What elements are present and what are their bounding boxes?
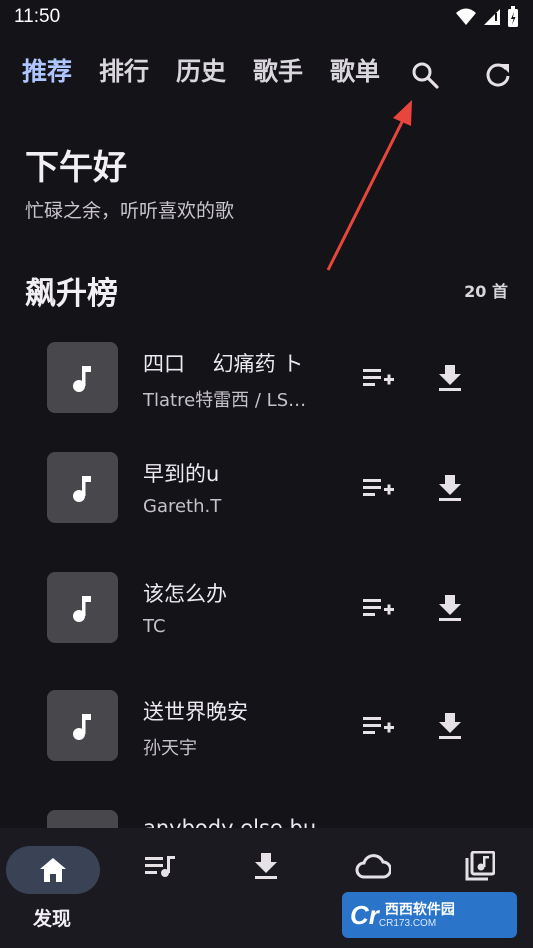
- signal-icon: [484, 9, 500, 25]
- song-artist: Tlatre特雷西 / LS…: [143, 390, 307, 411]
- album-cover: [47, 690, 118, 761]
- wifi-icon: [456, 8, 476, 25]
- list-item[interactable]: 早到的u Gareth.T: [0, 440, 533, 558]
- list-item[interactable]: 送世界晚安 孙天宇: [0, 678, 533, 796]
- refresh-icon[interactable]: [483, 60, 513, 90]
- nav-cloud[interactable]: [343, 846, 403, 886]
- song-count: 20 首: [464, 282, 508, 301]
- album-cover: [47, 572, 118, 643]
- nav-library[interactable]: [450, 846, 510, 886]
- song-list: 四口 幻痛药 ト Tlatre特雷西 / LS… 早到的u Gareth.T 该…: [0, 330, 533, 828]
- watermark-sub: CR173.COM: [378, 917, 437, 929]
- song-title: 早到的u: [143, 462, 220, 486]
- song-title: anybody else bu: [143, 816, 317, 828]
- add-to-queue-icon[interactable]: [363, 362, 395, 394]
- song-title: 该怎么办: [143, 582, 227, 606]
- nav-playlist[interactable]: [130, 846, 190, 886]
- tab-history[interactable]: 历史: [176, 52, 226, 88]
- album-cover: [47, 452, 118, 523]
- greeting-title: 下午好: [25, 148, 127, 188]
- song-title: 送世界晚安: [143, 700, 248, 724]
- music-note-icon: [72, 713, 91, 740]
- album-cover: [47, 342, 118, 413]
- greeting-subtitle: 忙碌之余，听听喜欢的歌: [25, 200, 235, 222]
- search-icon[interactable]: [410, 60, 440, 90]
- tab-playlists[interactable]: 歌单: [330, 52, 380, 88]
- list-item[interactable]: 该怎么办 TC: [0, 560, 533, 678]
- download-icon[interactable]: [434, 472, 466, 504]
- nav-downloads[interactable]: [236, 846, 296, 886]
- watermark-text: 西西软件园: [384, 901, 455, 918]
- home-icon: [40, 858, 66, 882]
- nav-discover-label: 发现: [33, 908, 72, 930]
- nav-discover[interactable]: [6, 846, 100, 894]
- song-title: 四口 幻痛药 ト: [143, 352, 304, 376]
- list-item[interactable]: 四口 幻痛药 ト Tlatre特雷西 / LS…: [0, 330, 533, 448]
- download-icon[interactable]: [434, 592, 466, 624]
- library-music-icon: [465, 851, 495, 881]
- song-artist: TC: [143, 616, 166, 637]
- add-to-queue-icon[interactable]: [363, 592, 395, 624]
- battery-icon: [508, 6, 518, 27]
- music-note-icon: [72, 475, 91, 502]
- music-note-icon: [72, 595, 91, 622]
- tab-singers[interactable]: 歌手: [253, 52, 303, 88]
- download-icon[interactable]: [434, 710, 466, 742]
- song-artist: 孙天宇: [143, 738, 197, 759]
- add-to-queue-icon[interactable]: [363, 472, 395, 504]
- download-icon: [255, 853, 277, 879]
- queue-music-icon: [145, 856, 175, 877]
- tab-ranking[interactable]: 排行: [99, 52, 149, 88]
- tab-recommend[interactable]: 推荐: [22, 52, 72, 88]
- album-cover: [47, 810, 118, 828]
- status-time: 11:50: [14, 6, 61, 27]
- section-title: 飙升榜: [25, 276, 118, 312]
- status-bar: 11:50: [0, 0, 533, 36]
- download-icon[interactable]: [434, 362, 466, 394]
- music-note-icon: [72, 365, 91, 392]
- top-tab-bar: 推荐 排行 历史 歌手 歌单: [0, 52, 533, 104]
- bottom-nav: 发现 Cr 西西软件园 CR173.COM: [0, 828, 533, 948]
- cloud-icon: [355, 854, 391, 879]
- status-icons: [455, 6, 519, 28]
- song-artist: Gareth.T: [143, 496, 222, 517]
- watermark-logo: Cr 西西软件园 CR173.COM: [342, 892, 517, 938]
- add-to-queue-icon[interactable]: [363, 710, 395, 742]
- list-item[interactable]: anybody else bu: [0, 798, 533, 828]
- watermark-mark: Cr: [350, 899, 379, 930]
